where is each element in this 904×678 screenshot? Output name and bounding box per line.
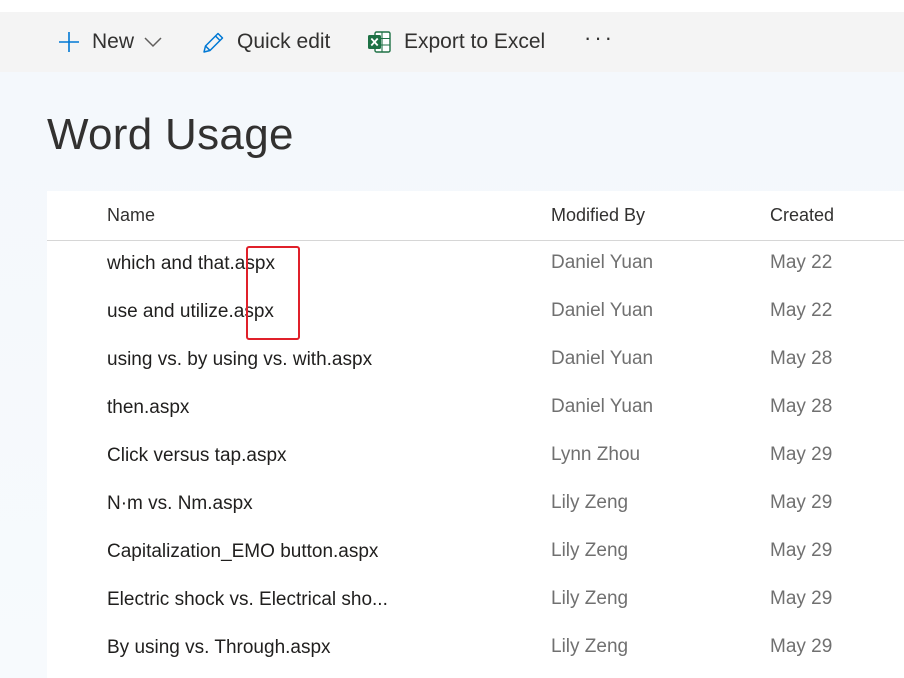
document-list: Name Modified By Created which and that.… (47, 191, 904, 678)
created-date: May 29 (770, 444, 833, 465)
modified-by: Lily Zeng (551, 540, 629, 561)
table-row[interactable]: Click versus tap.aspx Lynn Zhou May 29 (47, 432, 904, 480)
quick-edit-button[interactable]: Quick edit (201, 12, 330, 72)
modified-by: Lynn Zhou (551, 444, 641, 465)
table-row[interactable]: Electric shock vs. Electrical sho... Lil… (47, 576, 904, 624)
modified-by: Lily Zeng (551, 492, 629, 513)
more-icon: ··· (584, 25, 615, 50)
created-date: May 28 (770, 348, 833, 369)
new-button-label: New (92, 30, 135, 53)
page-title: Word Usage (47, 110, 294, 159)
excel-icon (367, 30, 391, 54)
new-button[interactable]: New (58, 12, 162, 72)
table-row[interactable]: Capitalization_EMO button.aspx Lily Zeng… (47, 528, 904, 576)
top-strip (0, 0, 904, 12)
file-name-link[interactable]: N·m vs. Nm.aspx (107, 493, 253, 515)
more-options-button[interactable]: ··· (584, 8, 615, 68)
table-row[interactable]: using vs. by using vs. with.aspx Daniel … (47, 336, 904, 384)
modified-by: Daniel Yuan (551, 348, 654, 369)
modified-by: Lily Zeng (551, 588, 629, 609)
modified-by: Daniel Yuan (551, 396, 654, 417)
file-name-link[interactable]: Click versus tap.aspx (107, 445, 287, 467)
table-row[interactable]: then.aspx Daniel Yuan May 28 (47, 384, 904, 432)
table-row[interactable]: use and utilize.aspx Daniel Yuan May 22 (47, 288, 904, 336)
column-header-modified-by[interactable]: Modified By (551, 205, 645, 226)
quick-edit-label: Quick edit (237, 30, 331, 53)
chevron-down-icon (144, 36, 162, 48)
created-date: May 29 (770, 540, 833, 561)
created-date: May 29 (770, 588, 833, 609)
main-content: Word Usage Name Modified By Created whic… (0, 72, 904, 678)
pencil-icon (201, 30, 226, 55)
column-header-name[interactable]: Name (107, 205, 155, 226)
command-bar: New Quick edit Export to Excel ··· (0, 12, 904, 72)
created-date: May 28 (770, 396, 833, 417)
plus-icon (58, 31, 80, 53)
created-date: May 29 (770, 636, 833, 657)
created-date: May 22 (770, 300, 833, 321)
modified-by: Daniel Yuan (551, 252, 654, 273)
table-row[interactable]: By using vs. Through.aspx Lily Zeng May … (47, 624, 904, 672)
file-name-link[interactable]: which and that.aspx (107, 253, 275, 275)
file-name-link[interactable]: Capitalization_EMO button.aspx (107, 541, 378, 563)
file-name-link[interactable]: By using vs. Through.aspx (107, 637, 331, 659)
created-date: May 22 (770, 252, 833, 273)
file-name-link[interactable]: then.aspx (107, 397, 189, 419)
file-name-link[interactable]: use and utilize.aspx (107, 301, 274, 323)
list-header: Name Modified By Created (47, 191, 904, 241)
file-name-link[interactable]: using vs. by using vs. with.aspx (107, 349, 372, 371)
export-to-excel-label: Export to Excel (404, 30, 546, 53)
table-row[interactable]: N·m vs. Nm.aspx Lily Zeng May 29 (47, 480, 904, 528)
created-date: May 29 (770, 492, 833, 513)
table-row[interactable]: which and that.aspx Daniel Yuan May 22 (47, 240, 904, 288)
export-to-excel-button[interactable]: Export to Excel (367, 12, 545, 72)
modified-by: Lily Zeng (551, 636, 629, 657)
modified-by: Daniel Yuan (551, 300, 654, 321)
column-header-created[interactable]: Created (770, 205, 834, 226)
file-name-link[interactable]: Electric shock vs. Electrical sho... (107, 589, 388, 611)
